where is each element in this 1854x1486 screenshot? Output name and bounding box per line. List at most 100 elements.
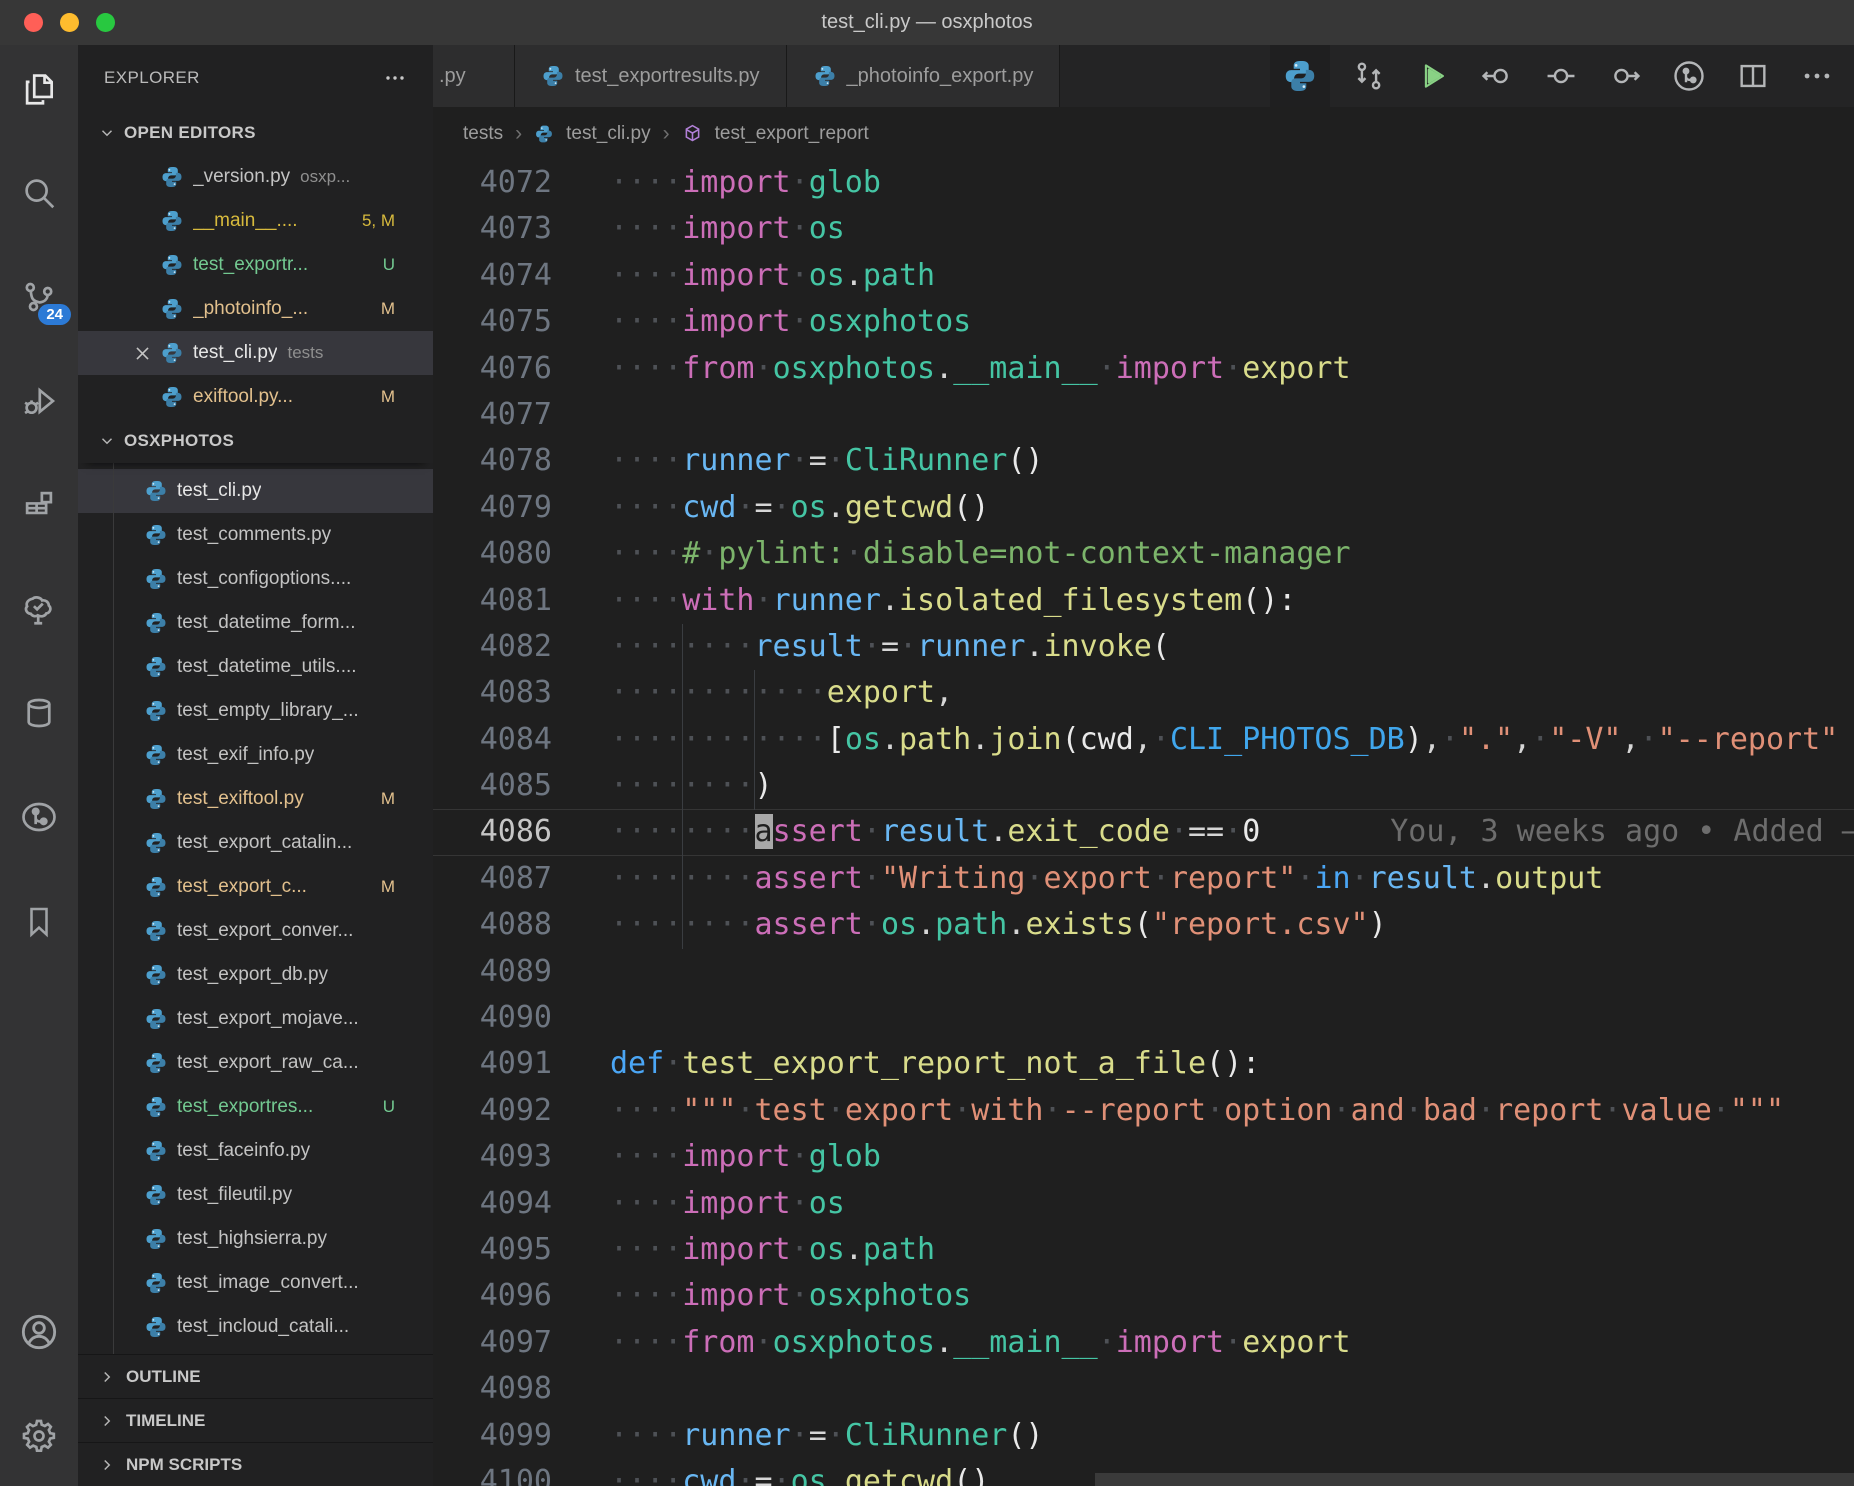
tree-item[interactable]: test_export_catalin... [78, 821, 433, 865]
line-number[interactable]: 4090 [433, 995, 552, 1041]
editor-tab[interactable]: .py [433, 45, 515, 107]
code-line[interactable]: 4087········assert·"Writing·export·repor… [433, 856, 1854, 902]
code-line[interactable]: 4095····import·os.path [433, 1227, 1854, 1273]
line-number[interactable]: 4095 [433, 1227, 552, 1273]
code-line[interactable]: 4093····import·glob [433, 1134, 1854, 1180]
gitlens-icon[interactable] [15, 793, 63, 841]
line-number[interactable]: 4088 [433, 902, 552, 948]
line-number[interactable]: 4087 [433, 856, 552, 902]
compare-changes-icon[interactable] [1344, 51, 1394, 101]
search-icon[interactable] [15, 169, 63, 217]
open-editors-header[interactable]: OPEN EDITORS [78, 111, 433, 155]
code-line[interactable]: 4072····import·glob [433, 160, 1854, 206]
code-line[interactable]: 4073····import·os [433, 206, 1854, 252]
database-icon[interactable] [15, 689, 63, 737]
tree-item[interactable]: test_fileutil.py [78, 1173, 433, 1217]
project-section-header[interactable]: OSXPHOTOS [78, 419, 433, 463]
tree-item[interactable]: test_empty_library_... [78, 689, 433, 733]
line-number[interactable]: 4092 [433, 1088, 552, 1134]
npm-scripts-section[interactable]: NPM SCRIPTS [78, 1442, 433, 1486]
line-number[interactable]: 4072 [433, 160, 552, 206]
tree-item[interactable]: test_configoptions.... [78, 557, 433, 601]
code-line[interactable]: 4077 [433, 392, 1854, 438]
code-line[interactable]: 4090 [433, 995, 1854, 1041]
tree-item[interactable]: test_exiftool.pyM [78, 777, 433, 821]
editor-tab[interactable]: _photoinfo_export.py [787, 45, 1061, 107]
next-change-icon[interactable] [1600, 51, 1650, 101]
code-line[interactable]: 4078····runner·=·CliRunner() [433, 438, 1854, 484]
code-line[interactable]: 4099····runner·=·CliRunner() [433, 1413, 1854, 1459]
code-line[interactable]: 4076····from·osxphotos.__main__·import·e… [433, 346, 1854, 392]
tree-item[interactable]: test_datetime_utils.... [78, 645, 433, 689]
code-line[interactable]: 4082········result·=·runner.invoke( [433, 624, 1854, 670]
more-actions-icon[interactable] [1792, 51, 1842, 101]
line-number[interactable]: 4085 [433, 763, 552, 809]
open-editor-item[interactable]: _photoinfo_...M [78, 287, 433, 331]
explorer-more-actions-icon[interactable] [383, 66, 407, 90]
close-window-button[interactable] [24, 13, 43, 32]
breadcrumb-symbol[interactable]: test_export_report [715, 123, 869, 145]
minimize-window-button[interactable] [60, 13, 79, 32]
run-button[interactable] [1408, 51, 1458, 101]
code-line[interactable]: 4088········assert·os.path.exists("repor… [433, 902, 1854, 948]
tree-item[interactable]: test_export_db.py [78, 953, 433, 997]
line-number[interactable]: 4073 [433, 206, 552, 252]
code-line[interactable]: 4097····from·osxphotos.__main__·import·e… [433, 1320, 1854, 1366]
run-debug-icon[interactable] [15, 377, 63, 425]
line-number[interactable]: 4077 [433, 392, 552, 438]
code-line[interactable]: 4092····"""·test·export·with·--report·op… [433, 1088, 1854, 1134]
code-line[interactable]: 4084············[os.path.join(cwd,·CLI_P… [433, 717, 1854, 763]
line-number[interactable]: 4074 [433, 253, 552, 299]
code-line[interactable]: 4089 [433, 949, 1854, 995]
code-line[interactable]: 4074····import·os.path [433, 253, 1854, 299]
tree-item[interactable]: test_exportres...U [78, 1085, 433, 1129]
open-editor-item[interactable]: exiftool.py...M [78, 375, 433, 419]
code-line[interactable]: 4086········assert·result.exit_code·==·0… [433, 809, 1854, 855]
code-line[interactable]: 4098 [433, 1366, 1854, 1412]
settings-gear-icon[interactable] [15, 1412, 63, 1460]
tree-item[interactable]: test_faceinfo.py [78, 1129, 433, 1173]
close-icon[interactable] [128, 344, 156, 363]
code-editor[interactable]: 4072····import·glob4073····import·os4074… [433, 160, 1854, 1486]
tree-item[interactable]: test_incloud_catali... [78, 1305, 433, 1349]
tree-item[interactable]: test_export_c...M [78, 865, 433, 909]
tree-item[interactable]: test_highsierra.py [78, 1217, 433, 1261]
bookmarks-icon[interactable] [15, 897, 63, 945]
tree-item[interactable]: test_datetime_form... [78, 601, 433, 645]
open-editor-item[interactable]: test_cli.pytests [78, 331, 433, 375]
line-number[interactable]: 4086 [433, 809, 552, 855]
split-editor-icon[interactable] [1728, 51, 1778, 101]
current-change-icon[interactable] [1536, 51, 1586, 101]
todo-tree-icon[interactable] [15, 585, 63, 633]
line-number[interactable]: 4082 [433, 624, 552, 670]
code-line[interactable]: 4075····import·osxphotos [433, 299, 1854, 345]
tree-item[interactable]: test_export_conver... [78, 909, 433, 953]
code-line[interactable]: 4091def·test_export_report_not_a_file(): [433, 1041, 1854, 1087]
line-number[interactable]: 4081 [433, 578, 552, 624]
line-number[interactable]: 4078 [433, 438, 552, 484]
line-number[interactable]: 4089 [433, 949, 552, 995]
previous-change-icon[interactable] [1472, 51, 1522, 101]
breadcrumb-folder[interactable]: tests [463, 123, 503, 145]
explorer-icon[interactable] [15, 65, 63, 113]
code-line[interactable]: 4080····#·pylint:·disable=not-context-ma… [433, 531, 1854, 577]
line-number[interactable]: 4080 [433, 531, 552, 577]
tree-item[interactable]: test_comments.py [78, 513, 433, 557]
tree-item[interactable]: test_export_raw_ca... [78, 1041, 433, 1085]
tree-item[interactable]: test_cli.py [78, 469, 433, 513]
outline-section[interactable]: OUTLINE [78, 1354, 433, 1398]
line-number[interactable]: 4075 [433, 299, 552, 345]
breadcrumb-file[interactable]: test_cli.py [566, 123, 650, 145]
line-number[interactable]: 4093 [433, 1134, 552, 1180]
code-line[interactable]: 4096····import·osxphotos [433, 1273, 1854, 1319]
tree-item[interactable]: test_image_convert... [78, 1261, 433, 1305]
line-number[interactable]: 4096 [433, 1273, 552, 1319]
line-number[interactable]: 4098 [433, 1366, 552, 1412]
line-number[interactable]: 4097 [433, 1320, 552, 1366]
code-line[interactable]: 4083············export, [433, 670, 1854, 716]
open-editor-item[interactable]: _version.pyosxp... [78, 155, 433, 199]
editor-tab[interactable]: test_exportresults.py [515, 45, 787, 107]
tree-item[interactable]: test_exif_info.py [78, 733, 433, 777]
horizontal-scrollbar[interactable] [1095, 1473, 1854, 1486]
extensions-icon[interactable] [15, 481, 63, 529]
